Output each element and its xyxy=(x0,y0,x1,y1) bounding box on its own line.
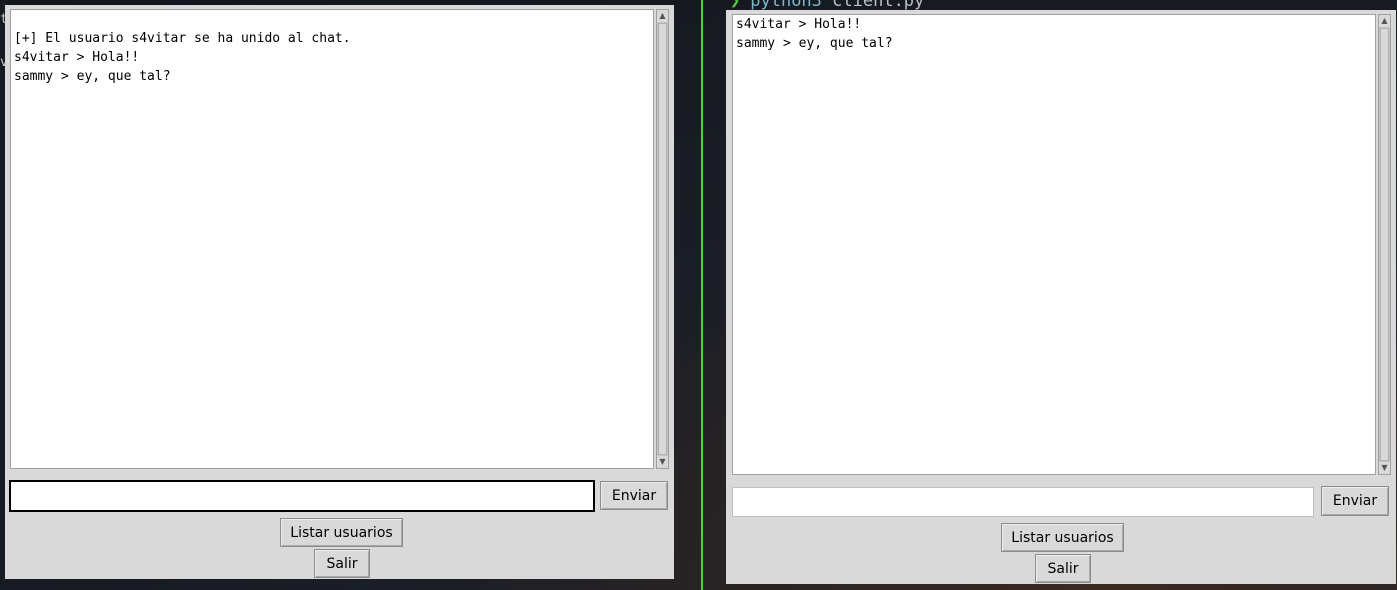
scroll-up-icon[interactable]: ▲ xyxy=(1379,15,1390,27)
list-users-button[interactable]: Listar usuarios xyxy=(1001,523,1124,552)
chat-scrollbar[interactable]: ▲ ▼ xyxy=(656,9,669,469)
chat-log[interactable]: s4vitar > Hola!! sammy > ey, que tal? xyxy=(732,14,1376,475)
scroll-thumb[interactable] xyxy=(1380,28,1389,461)
scroll-up-icon[interactable]: ▲ xyxy=(657,10,668,22)
pane-divider xyxy=(701,0,703,590)
chat-line: [+] El usuario s4vitar se ha unido al ch… xyxy=(14,31,351,46)
chat-log[interactable]: [+] El usuario s4vitar se ha unido al ch… xyxy=(10,9,654,469)
chat-line: sammy > ey, que tal? xyxy=(14,69,171,84)
scroll-down-icon[interactable]: ▼ xyxy=(1379,462,1390,474)
chat-line: sammy > ey, que tal? xyxy=(736,36,893,51)
message-input[interactable] xyxy=(9,480,595,512)
send-button[interactable]: Enviar xyxy=(600,481,668,510)
exit-button[interactable]: Salir xyxy=(1035,554,1091,583)
chat-scrollbar[interactable]: ▲ ▼ xyxy=(1378,14,1391,475)
message-input[interactable] xyxy=(732,487,1314,517)
exit-button[interactable]: Salir xyxy=(314,549,370,578)
chat-line: s4vitar > Hola!! xyxy=(736,17,862,32)
chat-window-left: [+] El usuario s4vitar se ha unido al ch… xyxy=(5,5,674,579)
chat-line xyxy=(14,10,653,29)
scroll-down-icon[interactable]: ▼ xyxy=(657,456,668,468)
chat-line: s4vitar > Hola!! xyxy=(14,50,140,65)
send-button[interactable]: Enviar xyxy=(1321,486,1389,516)
chat-window-right: s4vitar > Hola!! sammy > ey, que tal? ▲ … xyxy=(726,10,1396,584)
scroll-thumb[interactable] xyxy=(658,23,667,455)
list-users-button[interactable]: Listar usuarios xyxy=(280,518,403,547)
